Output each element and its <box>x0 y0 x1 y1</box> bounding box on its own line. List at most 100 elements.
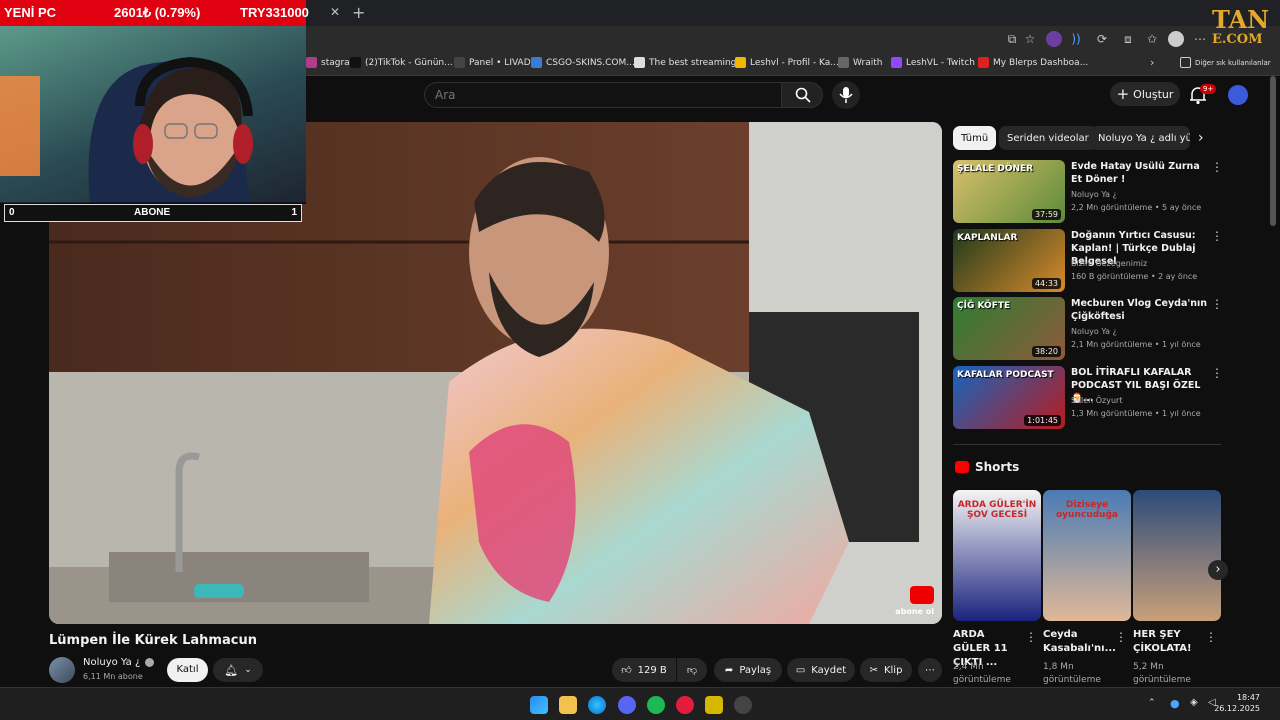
more-icon[interactable]: ⋯ <box>1192 31 1208 47</box>
mic-tray-icon[interactable]: ● <box>1170 697 1180 710</box>
read-aloud-icon[interactable]: )) <box>1068 31 1084 47</box>
channel-name[interactable]: Selen Özyurt <box>1071 394 1122 407</box>
refresh-icon[interactable]: ⟳ <box>1094 31 1110 47</box>
recommended-video[interactable]: KAPLANLAR 44:33 Doğanın Yırtıcı Casusu: Ka… <box>953 228 1223 292</box>
scrollbar-thumb[interactable] <box>1270 76 1276 226</box>
more-vertical-icon[interactable]: ⋮ <box>1211 229 1223 243</box>
search-button[interactable] <box>781 82 823 108</box>
bookmarks-overflow-icon[interactable]: › <box>1150 56 1154 69</box>
logo-line2: E.COM <box>1212 32 1263 47</box>
bookmark-label: LeshVL - Twitch <box>906 57 975 68</box>
new-tab-button[interactable]: + <box>352 3 365 22</box>
chip-all[interactable]: Tümü <box>953 126 997 150</box>
recommended-video[interactable]: KAFALAR PODCAST 1:01:45 BOL İTİRAFLI KAFAL… <box>953 365 1223 429</box>
channel-name[interactable]: Noluyo Ya ¿ <box>83 657 155 668</box>
bell-icon: 🔔︎ <box>224 663 239 677</box>
account-avatar[interactable] <box>1228 85 1248 105</box>
bookmark-item[interactable]: The best streaming... <box>634 57 745 68</box>
channel-name[interactable]: Bizim Gezegenimiz <box>1071 257 1147 270</box>
ticker-mid: 2601₺ (0.79%) <box>114 5 201 20</box>
video-title[interactable]: Mecburen Vlog Ceyda'nın Çiğköftesi <box>1071 297 1211 323</box>
folder-icon <box>1180 57 1191 68</box>
more-vertical-icon[interactable]: ⋮ <box>1205 630 1217 644</box>
bookmark-item[interactable]: (2)TikTok - Günün... <box>350 57 453 68</box>
video-title[interactable]: Evde Hatay Usülü Zurna Et Döner ! <box>1071 160 1211 186</box>
recommended-video[interactable]: ÇİĞ KÖFTE 38:20 Mecburen Vlog Ceyda'nın Çi… <box>953 297 1223 360</box>
bookmark-label: (2)TikTok - Günün... <box>365 57 453 68</box>
video-meta: 1,3 Mn görüntüleme • 1 yıl önce <box>1071 408 1201 418</box>
video-thumbnail[interactable]: KAPLANLAR 44:33 <box>953 228 1065 292</box>
bookmark-favicon-icon <box>978 57 989 68</box>
video-thumbnail[interactable]: ÇİĞ KÖFTE 38:20 <box>953 297 1065 360</box>
dislike-button[interactable]: 👎︎ <box>677 658 707 682</box>
bookmark-favicon-icon <box>454 57 465 68</box>
chevron-right-icon[interactable]: › <box>1198 130 1204 146</box>
close-tab-icon[interactable]: ✕ <box>330 5 340 19</box>
other-bookmarks-folder[interactable]: Diğer sık kullanılanlar <box>1180 57 1271 68</box>
recommended-video[interactable]: ŞELALE DÖNER 37:59 Evde Hatay Usülü Zurna … <box>953 160 1223 223</box>
system-clock[interactable]: 18:47 26.12.2025 <box>1214 692 1260 714</box>
voice-search-button[interactable] <box>832 81 860 109</box>
network-icon[interactable]: ◈ <box>1190 697 1198 708</box>
screenshot-icon[interactable]: ⧉ <box>1004 31 1020 47</box>
favorites-icon[interactable]: ✩ <box>1144 31 1160 47</box>
notification-count-badge: 9+ <box>1200 84 1217 94</box>
bookmark-item[interactable]: Wraith <box>838 57 882 68</box>
shorts-next-button[interactable]: › <box>1208 560 1228 580</box>
bookmark-favicon-icon <box>891 57 902 68</box>
more-actions-button[interactable]: ⋯ <box>918 658 942 682</box>
video-title: Lümpen İle Kürek Lahmacun <box>49 633 257 648</box>
bookmark-item[interactable]: My Blerps Dashboa... <box>978 57 1088 68</box>
chip-channel[interactable]: Noluyo Ya ¿ adlı yük <box>1090 126 1190 150</box>
more-vertical-icon[interactable]: ⋮ <box>1211 297 1223 311</box>
search-input[interactable] <box>435 88 735 102</box>
bookmark-label: My Blerps Dashboa... <box>993 57 1089 68</box>
obs-icon[interactable] <box>734 696 752 714</box>
tray-chevron-icon[interactable]: ⌃ <box>1148 698 1156 708</box>
like-button[interactable]: 👍︎ 129 B <box>612 658 676 682</box>
more-vertical-icon[interactable]: ⋮ <box>1211 366 1223 380</box>
more-vertical-icon[interactable]: ⋮ <box>1025 630 1037 644</box>
video-thumbnail[interactable]: KAFALAR PODCAST 1:01:45 <box>953 365 1065 429</box>
short-thumbnail[interactable] <box>1133 490 1221 621</box>
bookmark-item[interactable]: LeshVL - Twitch <box>891 57 975 68</box>
short-title[interactable]: HER ŞEY ÇİKOLATA! <box>1133 628 1205 656</box>
thumbnail-text: KAPLANLAR <box>957 232 1018 243</box>
profile-icon[interactable] <box>1168 31 1184 47</box>
taskbar: ⌃ ● ◈ ◁ <box>0 687 1280 720</box>
share-button[interactable]: ➦ Paylaş <box>714 658 782 682</box>
short-thumbnail[interactable]: ARDA GÜLER'İN ŞOV GECESİ <box>953 490 1041 621</box>
clip-button[interactable]: ✂ Klip <box>860 658 912 682</box>
more-vertical-icon[interactable]: ⋮ <box>1115 630 1127 644</box>
subscribe-watermark-icon[interactable] <box>910 586 934 604</box>
bookmark-icon: ▭ <box>795 664 806 676</box>
chip-series[interactable]: Seriden videolar <box>999 126 1097 150</box>
extension-icon[interactable] <box>1046 31 1062 47</box>
create-button[interactable]: + Oluştur <box>1110 82 1180 106</box>
video-thumbnail[interactable]: ŞELALE DÖNER 37:59 <box>953 160 1065 223</box>
windows-start-icon[interactable] <box>530 696 548 714</box>
app-icon-yellow[interactable] <box>705 696 723 714</box>
discord-icon[interactable] <box>618 696 636 714</box>
split-screen-icon[interactable]: ⧈ <box>1120 31 1136 47</box>
counter-left: 0 <box>9 207 15 218</box>
more-vertical-icon[interactable]: ⋮ <box>1211 160 1223 174</box>
bookmark-item[interactable]: CSGO-SKINS.COM... <box>531 57 635 68</box>
spotify-icon[interactable] <box>647 696 665 714</box>
bookmark-item[interactable]: Leshvl - Profil - Ka... <box>735 57 839 68</box>
file-explorer-icon[interactable] <box>559 696 577 714</box>
join-button[interactable]: Katıl <box>167 658 208 682</box>
subscribe-watermark-label: abone ol <box>895 607 934 616</box>
channel-avatar[interactable] <box>49 657 75 683</box>
subscription-bell-button[interactable]: 🔔︎ ⌄ <box>213 658 263 682</box>
short-title[interactable]: Ceyda Kasabalı'nı... <box>1043 628 1116 656</box>
app-icon-red[interactable] <box>676 696 694 714</box>
channel-name[interactable]: Noluyo Ya ¿ <box>1071 188 1117 201</box>
favorite-star-icon[interactable]: ☆ <box>1022 31 1038 47</box>
search-box[interactable] <box>424 82 782 108</box>
edge-browser-icon[interactable] <box>588 696 606 714</box>
bookmark-item[interactable]: Panel • LIVAD <box>454 57 531 68</box>
channel-name[interactable]: Noluyo Ya ¿ <box>1071 325 1117 338</box>
short-thumbnail[interactable]: Diziseye oyuncuduğa <box>1043 490 1131 621</box>
save-button[interactable]: ▭ Kaydet <box>787 658 855 682</box>
